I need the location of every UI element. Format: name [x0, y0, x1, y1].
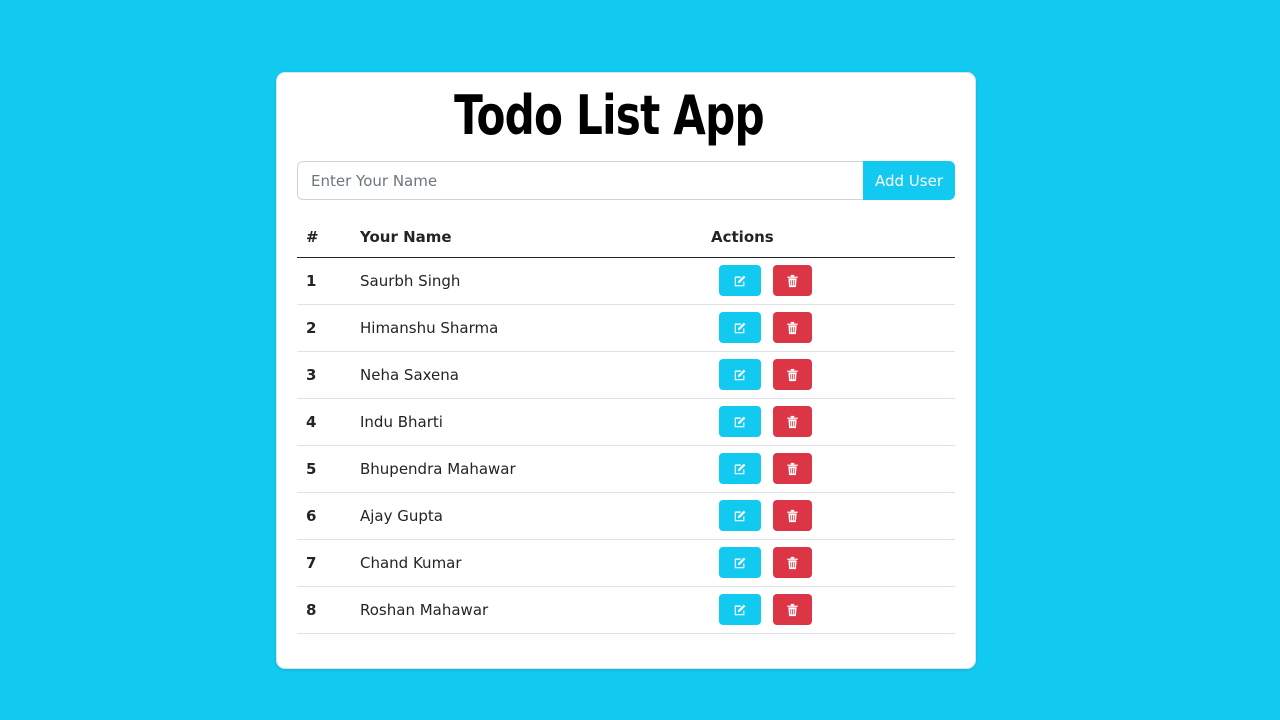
edit-button[interactable] [719, 500, 761, 531]
table-row: 7 Chand Kumar [297, 539, 955, 587]
trash-icon [786, 462, 799, 476]
row-index: 6 [297, 492, 351, 540]
row-actions [702, 257, 955, 305]
row-actions [702, 539, 955, 587]
header-actions: Actions [702, 217, 955, 258]
edit-icon [733, 415, 747, 429]
row-actions [702, 492, 955, 540]
table-row: 6 Ajay Gupta [297, 492, 955, 540]
trash-icon [786, 368, 799, 382]
row-name: Indu Bharti [351, 398, 702, 446]
row-index: 8 [297, 586, 351, 634]
users-table: # Your Name Actions 1 Saurbh Singh 2 Himans… [297, 217, 955, 634]
table-header-row: # Your Name Actions [297, 217, 955, 258]
row-actions [702, 304, 955, 352]
trash-icon [786, 556, 799, 570]
action-group [711, 312, 946, 343]
table-row: 3 Neha Saxena [297, 351, 955, 399]
edit-button[interactable] [719, 312, 761, 343]
add-user-button[interactable]: Add User [863, 161, 955, 200]
edit-button[interactable] [719, 265, 761, 296]
edit-icon [733, 274, 747, 288]
action-group [711, 500, 946, 531]
trash-icon [786, 603, 799, 617]
row-name: Roshan Mahawar [351, 586, 702, 634]
header-index: # [297, 217, 351, 258]
action-group [711, 594, 946, 625]
delete-button[interactable] [773, 594, 812, 625]
delete-button[interactable] [773, 453, 812, 484]
table-row: 2 Himanshu Sharma [297, 304, 955, 352]
delete-button[interactable] [773, 359, 812, 390]
row-index: 5 [297, 445, 351, 493]
row-index: 3 [297, 351, 351, 399]
action-group [711, 406, 946, 437]
row-index: 2 [297, 304, 351, 352]
edit-icon [733, 462, 747, 476]
action-group [711, 359, 946, 390]
edit-icon [733, 509, 747, 523]
table-body: 1 Saurbh Singh 2 Himanshu Sharma 3 Neha Saxen… [297, 257, 955, 634]
delete-button[interactable] [773, 265, 812, 296]
row-actions [702, 586, 955, 634]
edit-icon [733, 321, 747, 335]
header-name: Your Name [351, 217, 702, 258]
row-index: 1 [297, 257, 351, 305]
row-name: Neha Saxena [351, 351, 702, 399]
edit-button[interactable] [719, 547, 761, 578]
delete-button[interactable] [773, 312, 812, 343]
edit-icon [733, 603, 747, 617]
edit-icon [733, 368, 747, 382]
action-group [711, 547, 946, 578]
table-row: 4 Indu Bharti [297, 398, 955, 446]
page-title: Todo List App [454, 84, 765, 147]
edit-button[interactable] [719, 359, 761, 390]
todo-card: Todo List App Add User # Your Name Actio… [276, 72, 976, 669]
row-index: 7 [297, 539, 351, 587]
table-row: 8 Roshan Mahawar [297, 586, 955, 634]
row-name: Bhupendra Mahawar [351, 445, 702, 493]
trash-icon [786, 509, 799, 523]
row-actions [702, 398, 955, 446]
row-name: Chand Kumar [351, 539, 702, 587]
name-input[interactable] [297, 161, 863, 200]
edit-button[interactable] [719, 406, 761, 437]
delete-button[interactable] [773, 500, 812, 531]
edit-icon [733, 556, 747, 570]
table-row: 5 Bhupendra Mahawar [297, 445, 955, 493]
row-actions [702, 445, 955, 493]
edit-button[interactable] [719, 594, 761, 625]
row-name: Himanshu Sharma [351, 304, 702, 352]
delete-button[interactable] [773, 547, 812, 578]
action-group [711, 453, 946, 484]
trash-icon [786, 274, 799, 288]
delete-button[interactable] [773, 406, 812, 437]
row-name: Ajay Gupta [351, 492, 702, 540]
edit-button[interactable] [719, 453, 761, 484]
row-actions [702, 351, 955, 399]
table-row: 1 Saurbh Singh [297, 257, 955, 305]
action-group [711, 265, 946, 296]
trash-icon [786, 415, 799, 429]
row-index: 4 [297, 398, 351, 446]
trash-icon [786, 321, 799, 335]
add-user-form: Add User [297, 161, 955, 200]
row-name: Saurbh Singh [351, 257, 702, 305]
